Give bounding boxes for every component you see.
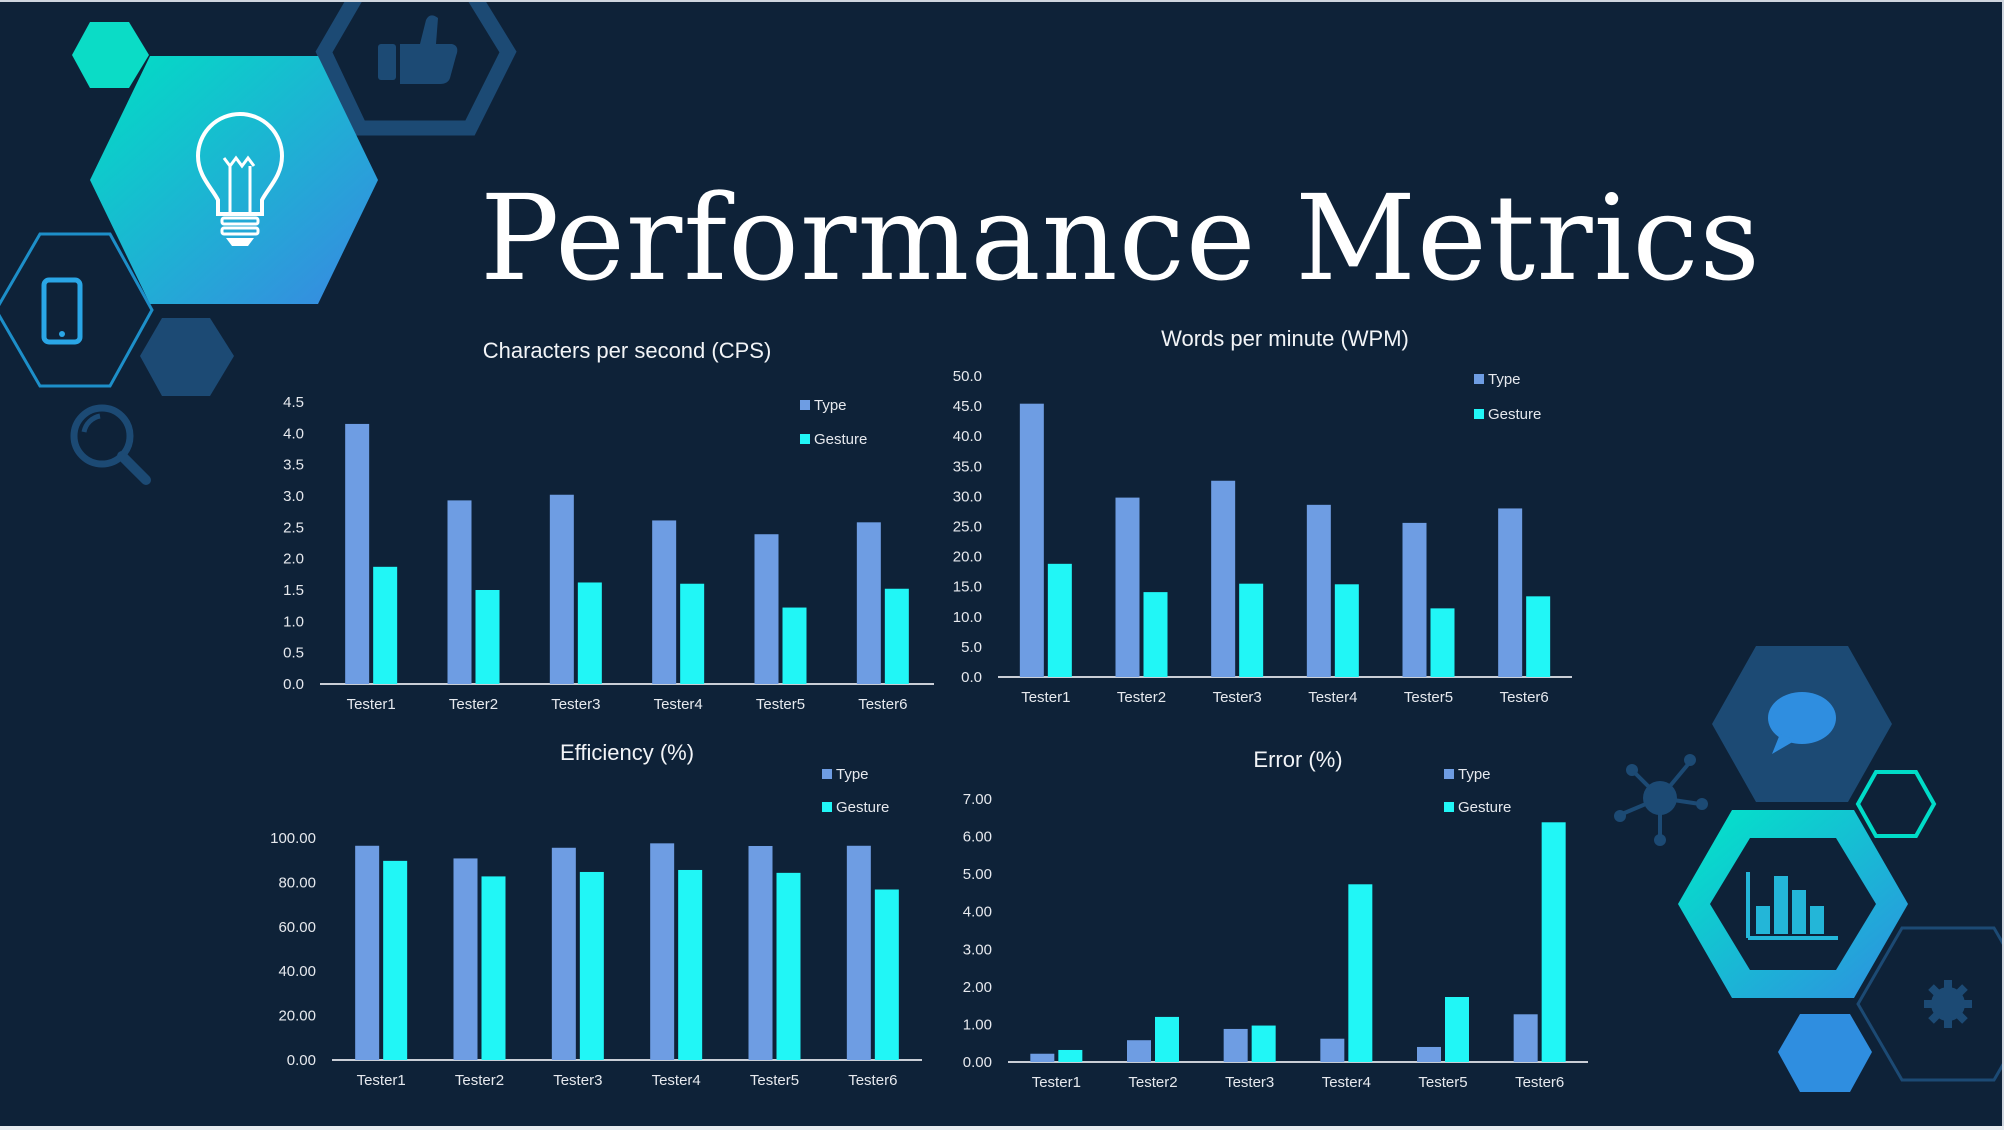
bar-gesture-tester2 [1155, 1016, 1179, 1062]
legend-label: Gesture [1458, 799, 1511, 816]
bar-type-tester4 [1320, 1038, 1345, 1062]
y-tick-label: 2.00 [963, 979, 992, 996]
legend-label: Type [1458, 766, 1491, 783]
x-tick-label: Tester4 [1322, 1074, 1371, 1091]
y-tick-label: 1.00 [963, 1016, 992, 1033]
bar-gesture-tester3 [1251, 1025, 1276, 1062]
bar-type-tester1 [1030, 1053, 1055, 1062]
y-tick-label: 5.00 [963, 866, 992, 883]
chart-error: Error (%) 0.00 1.00 2.00 3.00 4.00 5.00 6.00 7.0… [963, 747, 1588, 1091]
y-tick-label: 0.00 [963, 1054, 992, 1071]
x-tick-label: Tester3 [1225, 1074, 1274, 1091]
bar-gesture-tester6 [1541, 822, 1566, 1062]
x-tick-label: Tester6 [1515, 1074, 1564, 1091]
bar-type-tester2 [1127, 1040, 1151, 1062]
bar-gesture-tester1 [1058, 1049, 1083, 1062]
slide-bottom-edge [0, 1126, 2004, 1130]
bar-type-tester5 [1417, 1046, 1441, 1062]
y-tick-label: 6.00 [963, 829, 992, 846]
chart-title: Error (%) [1253, 747, 1342, 772]
y-tick-label: 7.00 [963, 791, 992, 808]
x-tick-label: Tester2 [1128, 1074, 1177, 1091]
legend-swatch-type [1444, 769, 1454, 779]
x-tick-label: Tester1 [1032, 1074, 1081, 1091]
bar-type-tester6 [1513, 1014, 1538, 1062]
slide: Performance Metrics Characters per secon… [0, 0, 2004, 1130]
y-tick-label: 3.00 [963, 941, 992, 958]
bar-gesture-tester5 [1445, 997, 1469, 1062]
bar-gesture-tester4 [1348, 884, 1373, 1062]
legend-swatch-gesture [1444, 802, 1454, 812]
y-tick-label: 4.00 [963, 904, 992, 921]
bar-type-tester3 [1223, 1028, 1248, 1062]
x-tick-label: Tester5 [1418, 1074, 1467, 1091]
